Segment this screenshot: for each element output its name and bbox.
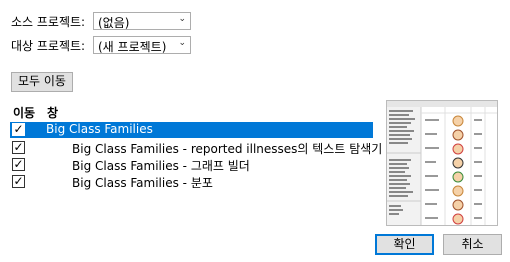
move-checkbox[interactable]: ✓: [12, 158, 25, 171]
window-title: Big Class Families - 그래프 빌더: [72, 159, 250, 173]
ok-button[interactable]: 확인: [375, 234, 434, 255]
preview-image: [387, 101, 497, 225]
cancel-button[interactable]: 취소: [443, 234, 502, 255]
window-row[interactable]: ✓ Big Class Families - reported illnesse…: [10, 140, 382, 156]
window-row[interactable]: ✓ Big Class Families: [10, 122, 373, 138]
window-preview-thumbnail: [386, 100, 498, 226]
move-checkbox[interactable]: ✓: [12, 141, 25, 154]
window-title: Big Class Families - 분포: [72, 176, 213, 190]
move-checkbox[interactable]: ✓: [12, 123, 25, 136]
column-header-move: 이동: [13, 106, 36, 120]
target-project-label: 대상 프로젝트:: [11, 39, 86, 53]
source-project-select[interactable]: (없음) ⌄: [93, 12, 191, 30]
window-title: Big Class Families: [46, 122, 153, 136]
window-row[interactable]: ✓ Big Class Families - 분포: [10, 174, 373, 190]
source-project-value: (없음): [98, 16, 130, 30]
chevron-down-icon: ⌄: [178, 14, 186, 24]
window-title: Big Class Families - reported illnesses의…: [72, 142, 383, 156]
chevron-down-icon: ⌄: [178, 38, 186, 48]
target-project-select[interactable]: (새 프로젝트) ⌄: [93, 36, 191, 54]
window-row[interactable]: ✓ Big Class Families - 그래프 빌더: [10, 157, 373, 173]
source-project-label: 소스 프로젝트:: [11, 15, 86, 29]
column-header-window: 창: [47, 106, 59, 120]
target-project-value: (새 프로젝트): [98, 40, 167, 54]
move-checkbox[interactable]: ✓: [12, 175, 25, 188]
move-all-button[interactable]: 모두 이동: [11, 72, 73, 92]
